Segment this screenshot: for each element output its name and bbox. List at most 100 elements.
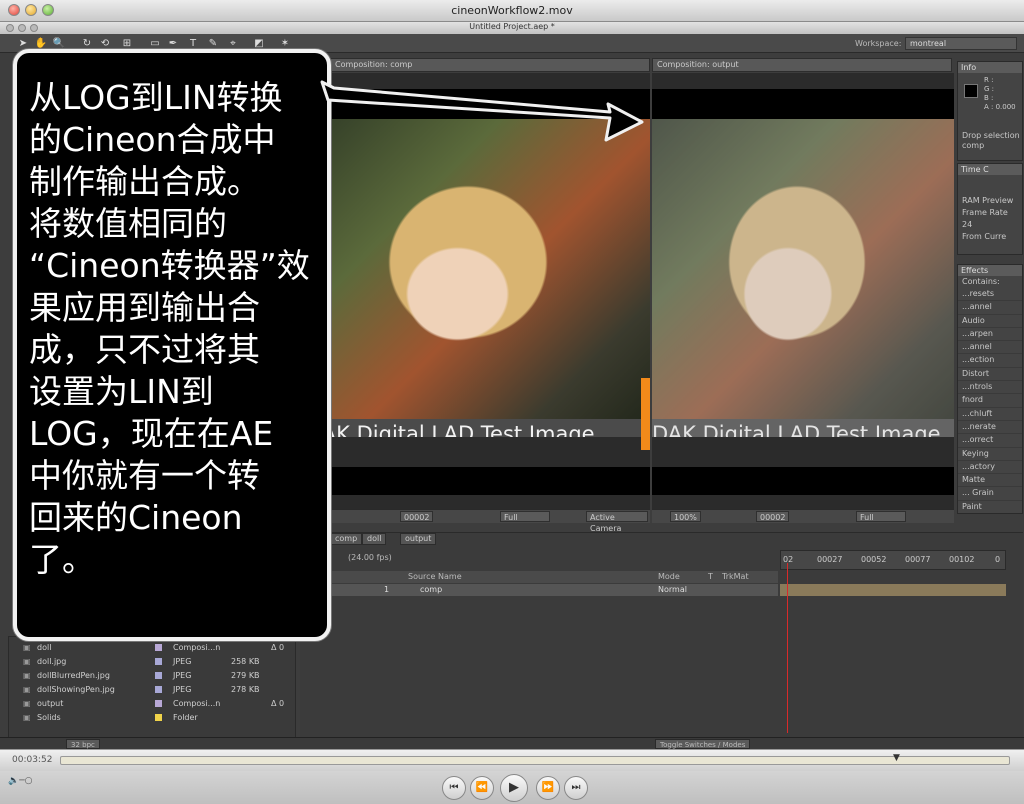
project-item-size: 279 KB (231, 671, 260, 680)
timeline-tab-doll[interactable]: doll (362, 533, 387, 545)
effect-category-item[interactable]: ...actory (958, 461, 1022, 475)
timeline-tab-comp[interactable]: comp (330, 533, 363, 545)
label-color-swatch[interactable] (155, 644, 162, 651)
effect-category-item[interactable]: Matte (958, 474, 1022, 488)
effect-category-item[interactable]: ...annel (958, 301, 1022, 315)
callout-arrow-icon (320, 80, 644, 142)
workspace-select[interactable]: montreal (905, 37, 1017, 50)
frame-rate-select[interactable]: 24 (958, 219, 1022, 231)
project-item-type: Folder (173, 713, 198, 722)
current-frame-field[interactable]: 00002 (756, 511, 790, 522)
resolution-select[interactable]: Full (856, 511, 906, 522)
effect-category-item[interactable]: ...ection (958, 354, 1022, 368)
project-item-row[interactable]: ▣ dollBlurredPen.jpg JPEG 279 KB (9, 669, 295, 682)
effect-category-item[interactable]: ...annel (958, 341, 1022, 355)
layer-column-header: Source Name Mode T TrkMat (328, 571, 778, 583)
project-item-size: 258 KB (231, 657, 260, 666)
time-ruler[interactable]: 02 00027 00052 00077 00102 0 (780, 550, 1006, 570)
source-name-header[interactable]: Source Name (408, 572, 462, 581)
info-note-item: comp (962, 141, 985, 150)
project-item-icon: ▣ (23, 699, 31, 708)
letterbox-bottom (652, 467, 954, 495)
frame-rate-label: Frame Rate (962, 208, 1008, 217)
effect-category-item[interactable]: ...resets (958, 288, 1022, 302)
label-color-swatch[interactable] (155, 714, 162, 721)
bpc-toggle[interactable]: 32 bpc (66, 739, 100, 749)
effect-category-item[interactable]: Distort (958, 368, 1022, 382)
project-item-row[interactable]: ▣ dollShowingPen.jpg JPEG 278 KB (9, 683, 295, 696)
info-alpha: A : 0.000 (984, 103, 1016, 111)
info-green: G : (984, 85, 995, 93)
project-item-name: output (37, 699, 64, 708)
layer-row[interactable]: 1 comp Normal (328, 584, 778, 596)
project-item-type: JPEG (173, 671, 192, 680)
project-item-row[interactable]: ▣ output Composi...n Δ 0 (9, 697, 295, 710)
project-panel: ▣ doll Composi...n Δ 0 ▣ doll.jpg JPEG 258 KB ▣ d… (8, 636, 296, 749)
project-item-type: Composi...n (173, 643, 221, 652)
project-item-type: Composi...n (173, 699, 221, 708)
volume-icon[interactable]: 🔈─○ (8, 776, 32, 786)
resolution-select[interactable]: Full (500, 511, 550, 522)
window-title: cineonWorkflow2.mov (451, 4, 573, 17)
right-viewer-controls: 100% 00002 Full (652, 509, 954, 523)
player-timeline-track[interactable]: ▼ (60, 753, 1010, 765)
effect-category-item[interactable]: ...ntrols (958, 381, 1022, 395)
toggle-switches-modes-button[interactable]: Toggle Switches / Modes (655, 739, 751, 749)
camera-select[interactable]: Active Camera (586, 511, 648, 533)
project-item-row[interactable]: ▣ doll Composi...n Δ 0 (9, 641, 295, 654)
project-item-row[interactable]: ▣ doll.jpg JPEG 258 KB (9, 655, 295, 668)
label-color-swatch[interactable] (155, 658, 162, 665)
effect-category-item[interactable]: Audio (958, 315, 1022, 328)
effect-category-item[interactable]: Keying (958, 448, 1022, 461)
effect-category-item[interactable]: Paint (958, 501, 1022, 513)
letterbox-bottom (300, 467, 650, 495)
effect-category-item[interactable]: ... Grain (958, 487, 1022, 501)
right-composition-viewer[interactable]: DAK Digital LAD Test Image (652, 73, 954, 509)
from-current-checkbox[interactable]: From Curre (958, 231, 1022, 243)
effects-search-label[interactable]: Contains: (958, 276, 1022, 288)
go-to-end-icon[interactable]: ⏭ (564, 776, 588, 800)
timeline-tab-output[interactable]: output (400, 533, 437, 545)
effect-category-item[interactable]: ...chluft (958, 408, 1022, 421)
current-frame-field[interactable]: 00002 (400, 511, 434, 522)
tab-composition-output[interactable]: Composition: output (652, 58, 952, 72)
ruler-tick: 0 (995, 555, 1001, 564)
mode-header[interactable]: Mode (658, 572, 680, 581)
project-item-row[interactable]: ▣ Solids Folder (9, 711, 295, 724)
layer-index: 1 (384, 585, 390, 594)
player-controls: 🔈─○ ⏮ ⏪ ▶ ⏩ ⏭ (0, 771, 1024, 804)
time-controls-panel: Time C RAM Preview Frame Rate 24 From Cu… (957, 163, 1023, 255)
app-titlebar: Untitled Project.aep * (0, 22, 1024, 34)
play-icon[interactable]: ▶ (500, 774, 528, 802)
app-statusbar: 32 bpc Toggle Switches / Modes (0, 737, 1024, 749)
ram-preview-label[interactable]: RAM Preview (958, 195, 1022, 207)
project-item-extra: Δ 0 (271, 643, 285, 652)
player-playhead-icon[interactable]: ▼ (893, 753, 900, 763)
callout-text: 从LOG到LIN转换 的Cineon合成中 制作输出合成。 将数值相同的 “Ci… (29, 78, 310, 579)
fast-forward-icon[interactable]: ⏩ (536, 776, 560, 800)
t-header[interactable]: T (708, 572, 713, 581)
ruler-tick: 00052 (861, 555, 887, 564)
effect-category-item[interactable]: ...arpen (958, 328, 1022, 342)
project-item-name: doll (37, 643, 52, 652)
rewind-icon[interactable]: ⏪ (470, 776, 494, 800)
info-panel: Info R : G : B : A : 0.000 Drop selectio… (957, 61, 1023, 161)
zoom-select[interactable]: 100% (670, 511, 701, 522)
label-color-swatch[interactable] (155, 686, 162, 693)
project-item-icon: ▣ (23, 671, 31, 680)
effect-category-item[interactable]: ...orrect (958, 434, 1022, 448)
layer-duration-bar[interactable] (780, 584, 1006, 596)
go-to-start-icon[interactable]: ⏮ (442, 776, 466, 800)
trkmat-header[interactable]: TrkMat (722, 572, 749, 581)
current-time-indicator[interactable] (787, 563, 788, 733)
label-color-swatch[interactable] (155, 672, 162, 679)
label-color-swatch[interactable] (155, 700, 162, 707)
project-item-size: 278 KB (231, 685, 260, 694)
effect-category-item[interactable]: fnord (958, 394, 1022, 408)
info-blue: B : (984, 94, 994, 102)
layer-name[interactable]: comp (420, 585, 442, 594)
effect-category-item[interactable]: ...nerate (958, 421, 1022, 435)
project-title: Untitled Project.aep * (469, 22, 555, 31)
layer-mode-select[interactable]: Normal (658, 585, 687, 594)
timeline-panel: comp doll output 02 (24.00 fps) Source N… (300, 532, 1023, 749)
